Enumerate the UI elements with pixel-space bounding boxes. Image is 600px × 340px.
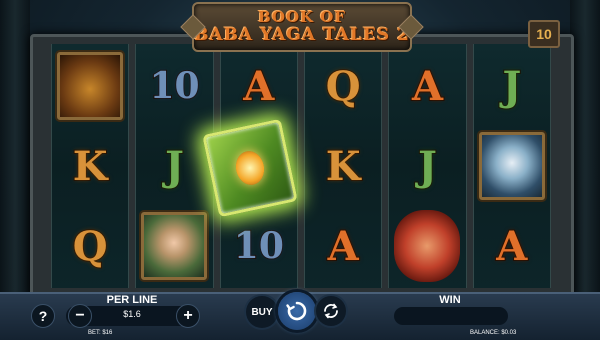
reel-2-row-3 (136, 206, 212, 286)
title-line-1: BOOK OF (257, 8, 347, 26)
a-symbol: A (327, 222, 360, 271)
reel-4: Q K A (303, 44, 383, 288)
reel-2-row-2: J (136, 126, 212, 206)
per-line-label: PER LINE (106, 294, 158, 306)
elder-symbol (478, 132, 545, 200)
lines-count-badge: 10 (528, 20, 560, 48)
reel-1-row-1 (52, 46, 128, 126)
increase-bet-button[interactable]: + (176, 304, 200, 328)
reel-4-row-3: A (305, 206, 381, 286)
reel-3-row-3: 10 (221, 206, 297, 286)
reel-4-row-1: Q (305, 46, 381, 126)
reel-6: J A (472, 44, 551, 288)
k-symbol: K (325, 142, 362, 191)
q-symbol: Q (72, 222, 109, 271)
decrease-bet-button[interactable]: − (68, 304, 92, 328)
autoplay-button[interactable] (316, 296, 346, 326)
spin-button[interactable] (278, 292, 316, 330)
k-symbol: K (72, 142, 109, 191)
j-symbol: J (164, 142, 185, 191)
a-symbol: A (495, 222, 528, 271)
game-title: BOOK OF BABA YAGA TALES 2 (180, 2, 424, 52)
right-tree (570, 0, 600, 300)
win-amount-field (394, 307, 508, 325)
fairy-symbol (141, 212, 208, 280)
buy-feature-button[interactable]: BUY (246, 296, 278, 328)
balance: BALANCE: $0.03 (470, 330, 517, 336)
reel-5-row-1: A (389, 46, 465, 126)
ten-symbol: 10 (148, 64, 200, 108)
book-gem-icon (232, 148, 268, 188)
a-symbol: A (411, 62, 444, 111)
bet-total: BET: $16 (88, 330, 113, 336)
reel-1: K Q (51, 44, 130, 288)
help-button[interactable]: ? (31, 304, 55, 328)
reel-5-row-2: J (389, 126, 465, 206)
reel-3-row-1: A (221, 46, 297, 126)
dragon-symbol (57, 52, 124, 120)
win-label: WIN (439, 294, 461, 306)
spin-icon (286, 301, 307, 321)
j-symbol: J (417, 142, 438, 191)
j-symbol: J (501, 62, 522, 111)
reel-1-row-2: K (52, 126, 128, 206)
reel-1-row-3: Q (52, 206, 128, 286)
reel-4-row-2: K (305, 126, 381, 206)
reel-6-row-1: J (474, 46, 550, 126)
left-tree (0, 0, 30, 300)
reel-grid: K Q 10 J A 10 Q K A A J J A (51, 44, 551, 288)
reel-6-row-2 (474, 126, 550, 206)
reel-2: 10 J (135, 44, 214, 288)
autoplay-icon (324, 303, 338, 319)
ten-symbol: 10 (233, 224, 285, 268)
reel-5-row-3 (389, 206, 465, 286)
book-scatter-symbol (202, 118, 298, 218)
per-line-value: $1.6 (123, 309, 141, 319)
reel-5: A J (388, 44, 467, 288)
reel-6-row-3: A (474, 206, 550, 286)
q-symbol: Q (325, 62, 362, 111)
a-symbol: A (242, 62, 275, 111)
reel-2-row-1: 10 (136, 46, 212, 126)
title-line-2: BABA YAGA TALES 2 (194, 25, 410, 45)
goblin-symbol (394, 210, 461, 282)
